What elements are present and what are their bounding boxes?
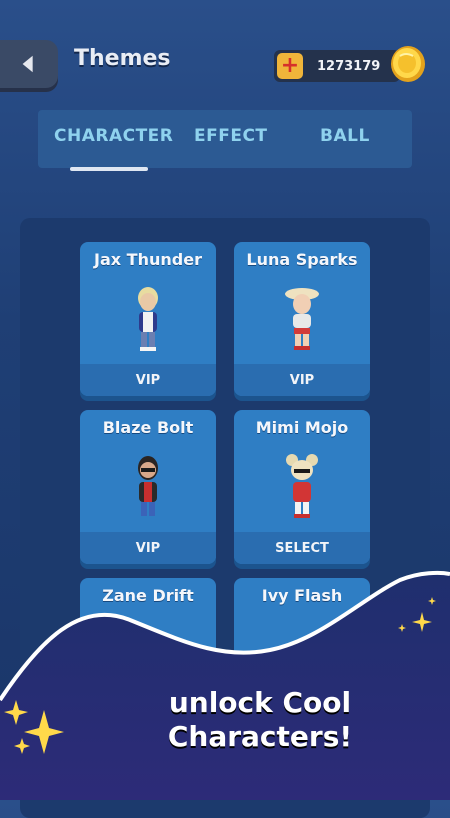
character-avatar: [286, 454, 318, 518]
promo-wave-overlay: [0, 570, 450, 800]
character-name: Blaze Bolt: [102, 418, 194, 437]
character-card-luna-sparks[interactable]: Luna Sparks VIP: [234, 242, 370, 396]
back-button[interactable]: [0, 40, 58, 88]
coin-count: 1273179: [317, 58, 381, 74]
character-avatar: [138, 287, 158, 351]
coin-icon: [391, 46, 425, 82]
character-avatar: [138, 456, 158, 516]
character-card-mimi-mojo[interactable]: Mimi Mojo SELECT: [234, 410, 370, 564]
character-name: Luna Sparks: [246, 250, 358, 269]
plus-icon: +: [280, 53, 300, 78]
add-coins-button[interactable]: +: [277, 53, 303, 79]
promo-text: unlock Cool Characters!: [160, 686, 360, 754]
tab-bar: CHARACTER EFFECT BALL: [38, 110, 412, 168]
card-status: VIP: [80, 364, 216, 396]
tab-character[interactable]: CHARACTER: [54, 126, 173, 146]
back-arrow-icon: [22, 55, 33, 73]
promo-line-1: unlock Cool: [168, 686, 352, 719]
character-name: Jax Thunder: [94, 250, 202, 269]
character-avatar: [285, 288, 319, 350]
character-card-blaze-bolt[interactable]: Blaze Bolt VIP: [80, 410, 216, 564]
character-card-jax-thunder[interactable]: Jax Thunder VIP: [80, 242, 216, 396]
top-bar: Themes + 1273179: [0, 0, 450, 110]
coin-balance: + 1273179: [274, 50, 400, 82]
promo-line-2: Characters!: [167, 720, 353, 753]
tab-effect[interactable]: EFFECT: [194, 126, 268, 146]
character-name: Mimi Mojo: [255, 418, 349, 437]
card-status: VIP: [234, 364, 370, 396]
tab-ball[interactable]: BALL: [320, 126, 370, 146]
page-title: Themes: [74, 46, 171, 71]
active-tab-indicator: [70, 167, 148, 171]
